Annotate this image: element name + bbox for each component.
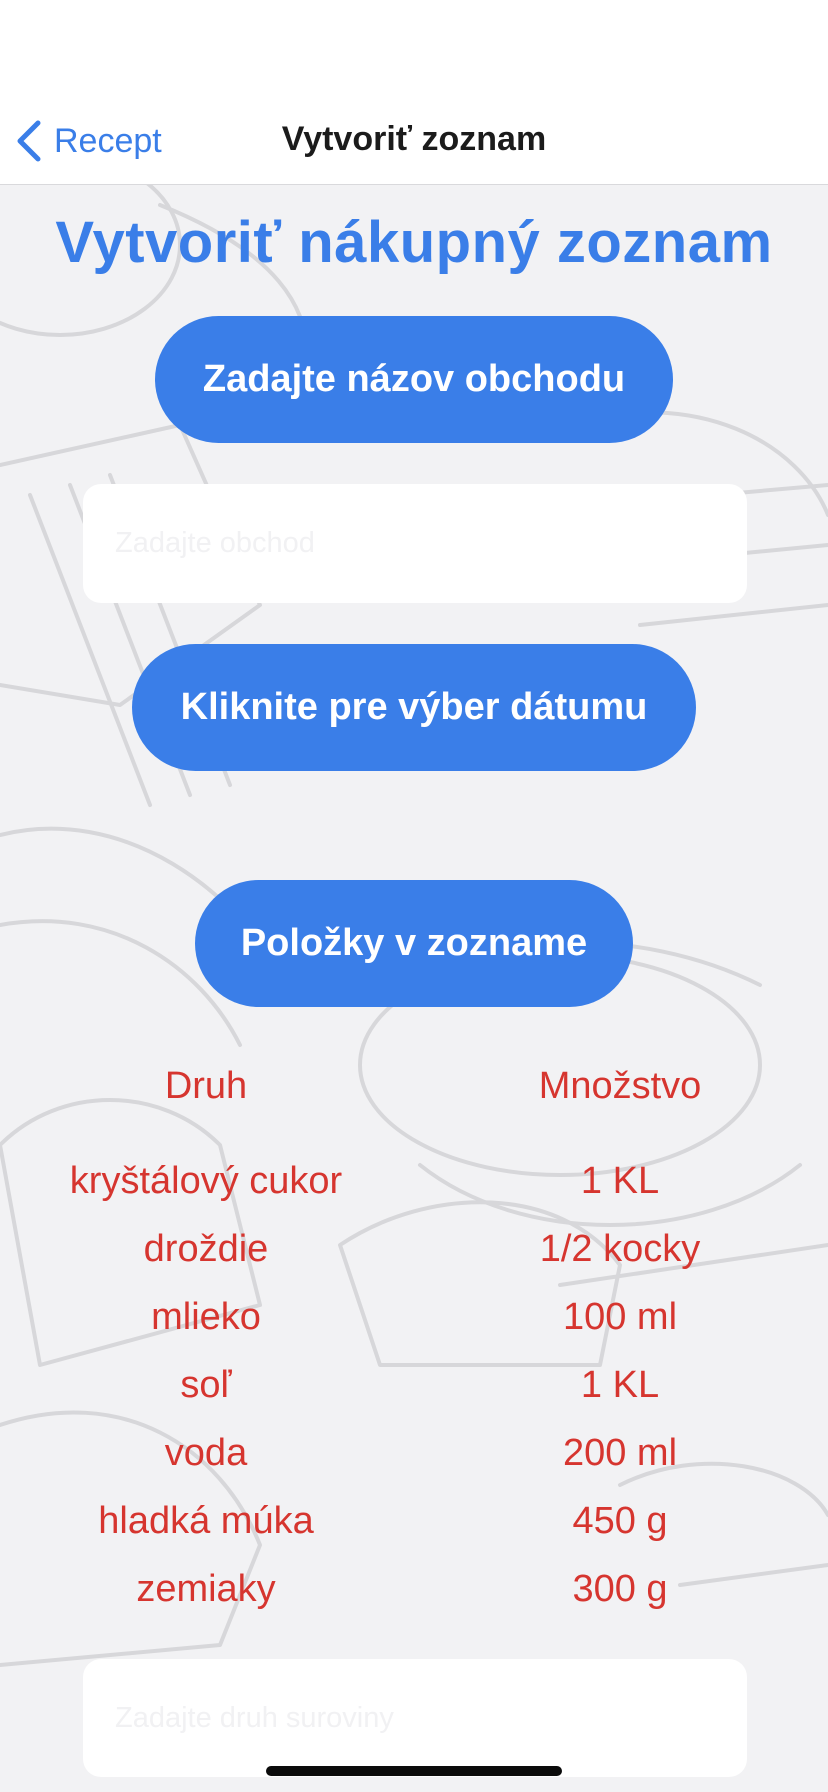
table-header: Druh Množstvo [0,1065,828,1115]
row-type: voda [164,1432,248,1474]
date-picker-button[interactable]: Kliknite pre výber dátumu [132,644,696,771]
table-row: voda 200 ml [0,1432,828,1482]
row-quantity: 300 g [572,1568,668,1610]
home-indicator[interactable] [266,1766,562,1776]
row-type: droždie [143,1228,269,1270]
row-quantity: 1/2 kocky [539,1228,701,1270]
table-row: kryštálový cukor 1 KL [0,1160,828,1210]
row-type: soľ [180,1364,232,1406]
row-type: kryštálový cukor [69,1160,343,1202]
ingredient-field[interactable] [83,1659,747,1777]
row-quantity: 1 KL [580,1160,660,1202]
table-row: hladká múka 450 g [0,1500,828,1550]
row-type: hladká múka [98,1500,314,1542]
table-row: zemiaky 300 g [0,1568,828,1618]
table-row: soľ 1 KL [0,1364,828,1414]
store-input[interactable] [113,526,747,561]
main-content: Vytvoriť nákupný zoznam Zadajte názov ob… [0,185,828,1792]
table-row: droždie 1/2 kocky [0,1228,828,1278]
list-items-button[interactable]: Položky v zozname [195,880,633,1007]
table-row: mlieko 100 ml [0,1296,828,1346]
row-quantity: 200 ml [562,1432,678,1474]
row-quantity: 100 ml [562,1296,678,1338]
page-title: Vytvoriť nákupný zoznam [55,210,773,275]
ingredient-input[interactable] [113,1700,747,1736]
store-name-button[interactable]: Zadajte názov obchodu [155,316,673,443]
nav-title: Vytvoriť zoznam [281,120,547,158]
store-field[interactable] [83,484,747,603]
column-header-type: Druh [164,1065,248,1107]
row-quantity: 1 KL [580,1364,660,1406]
navigation-bar: Recept Vytvoriť zoznam [0,0,828,185]
column-header-quantity: Množstvo [538,1065,702,1107]
row-type: mlieko [151,1296,261,1338]
row-type: zemiaky [136,1568,276,1610]
row-quantity: 450 g [572,1500,668,1542]
